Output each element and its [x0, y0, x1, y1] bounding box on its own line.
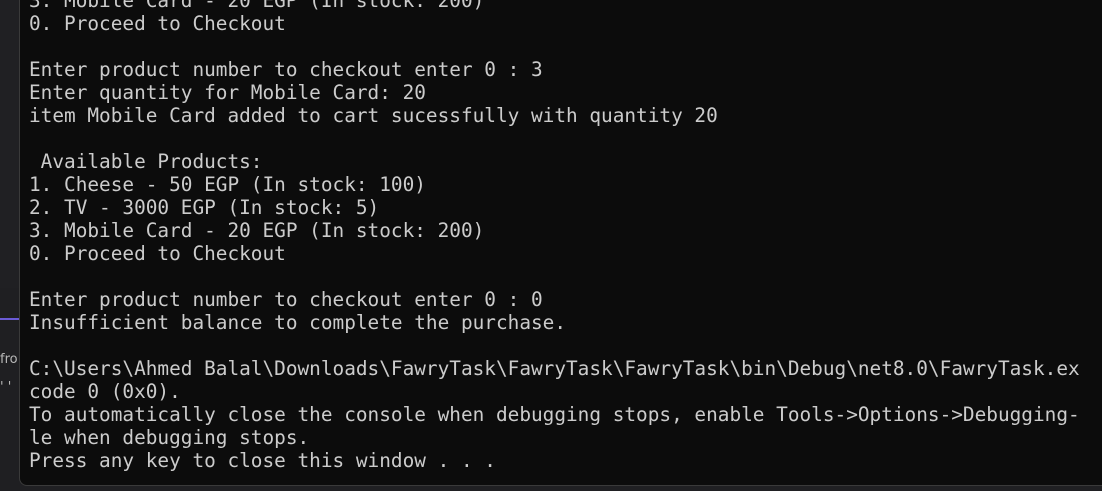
console-line: 3. Mobile Card - 20 EGP (In stock: 200) — [29, 219, 485, 242]
ide-partial-text: ' ' — [0, 380, 12, 395]
console-line: item Mobile Card added to cart sucessful… — [29, 104, 718, 127]
console-line: 0. Proceed to Checkout — [29, 12, 286, 35]
console-line: 1. Cheese - 50 EGP (In stock: 100) — [29, 173, 426, 196]
console-line: Insufficient balance to complete the pur… — [29, 311, 567, 334]
console-line: 3. Mobile Card - 20 EGP (In stock: 200) — [29, 0, 485, 12]
console-output: 3. Mobile Card - 20 EGP (In stock: 200) … — [29, 0, 1102, 472]
console-line: 2. TV - 3000 EGP (In stock: 5) — [29, 196, 380, 219]
console-line: Enter product number to checkout enter 0… — [29, 58, 543, 81]
console-line: le when debugging stops. — [29, 426, 310, 449]
console-line: Press any key to close this window . . . — [29, 449, 496, 472]
console-line: code 0 (0x0). — [29, 380, 181, 403]
console-line: Enter quantity for Mobile Card: 20 — [29, 81, 426, 104]
console-window[interactable]: 3. Mobile Card - 20 EGP (In stock: 200) … — [19, 0, 1102, 486]
console-line: Available Products: — [29, 150, 263, 173]
console-line: Enter product number to checkout enter 0… — [29, 288, 543, 311]
ide-partial-text: fro — [0, 352, 18, 367]
console-line: C:\Users\Ahmed Balal\Downloads\FawryTask… — [29, 357, 1080, 380]
ide-accent-bar — [0, 318, 20, 320]
console-line: To automatically close the console when … — [29, 403, 1080, 426]
console-line: 0. Proceed to Checkout — [29, 242, 286, 265]
